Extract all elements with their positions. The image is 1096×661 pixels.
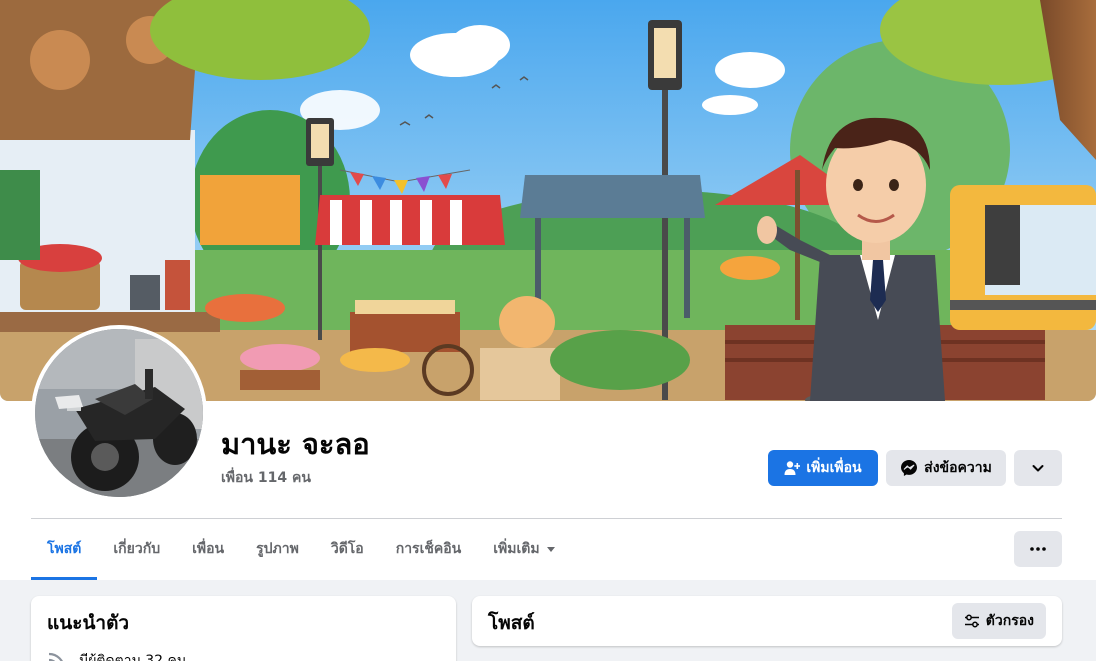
messenger-icon bbox=[901, 460, 918, 476]
tab-photos[interactable]: รูปภาพ bbox=[240, 520, 315, 578]
tab-label: รูปภาพ bbox=[256, 541, 299, 557]
profile-header: มานะ จะลอ เพื่อน 114 คน เพิ่มเพื่อน ส่งข… bbox=[0, 0, 1096, 580]
filter-sliders-icon bbox=[964, 614, 979, 628]
tab-about[interactable]: เกี่ยวกับ bbox=[97, 520, 176, 578]
tab-label: วิดีโอ bbox=[330, 541, 364, 557]
friends-count[interactable]: เพื่อน 114 คน bbox=[221, 467, 311, 489]
tab-more[interactable]: เพิ่มเติม bbox=[477, 520, 571, 578]
filter-label: ตัวกรอง bbox=[985, 613, 1034, 629]
tab-label: เกี่ยวกับ bbox=[113, 541, 161, 557]
more-dots-icon bbox=[1030, 547, 1046, 551]
person-plus-icon bbox=[784, 461, 801, 475]
intro-title: แนะนำตัว bbox=[47, 612, 130, 634]
profile-tabs: โพสต์ เกี่ยวกับ เพื่อน รูปภาพ วิดีโอ การ… bbox=[31, 520, 572, 580]
tab-videos[interactable]: วิดีโอ bbox=[315, 520, 380, 578]
tab-posts[interactable]: โพสต์ bbox=[31, 520, 98, 580]
tab-label: โพสต์ bbox=[47, 541, 82, 557]
avatar-photo bbox=[35, 329, 203, 497]
message-label: ส่งข้อความ bbox=[924, 460, 992, 476]
add-friend-label: เพิ่มเพื่อน bbox=[806, 460, 862, 476]
tab-label: เพื่อน bbox=[192, 541, 225, 557]
profile-name: มานะ จะลอ bbox=[221, 427, 370, 461]
tab-label: เพิ่มเติม bbox=[493, 541, 540, 557]
chevron-down-icon bbox=[1032, 465, 1044, 472]
filter-button[interactable]: ตัวกรอง bbox=[951, 603, 1046, 639]
add-friend-button[interactable]: เพิ่มเพื่อน bbox=[768, 450, 878, 486]
header-divider bbox=[31, 518, 1062, 519]
tabs-more-options-button[interactable] bbox=[1014, 531, 1062, 567]
message-button[interactable]: ส่งข้อความ bbox=[886, 450, 1006, 486]
tab-friends[interactable]: เพื่อน bbox=[176, 520, 240, 578]
followers-row: มีผู้ติดตาม 32 คน bbox=[47, 650, 186, 661]
rss-feed-icon bbox=[48, 652, 63, 661]
posts-title: โพสต์ bbox=[488, 612, 535, 634]
profile-dropdown-button[interactable] bbox=[1014, 450, 1062, 486]
profile-avatar[interactable] bbox=[31, 325, 207, 501]
intro-card: แนะนำตัว มีผู้ติดตาม 32 คน bbox=[31, 596, 456, 661]
tab-checkins[interactable]: การเช็คอิน bbox=[380, 520, 478, 578]
posts-card: โพสต์ ตัวกรอง bbox=[472, 596, 1062, 646]
followers-text: มีผู้ติดตาม 32 คน bbox=[79, 653, 187, 661]
caret-down-icon bbox=[546, 547, 555, 552]
tab-label: การเช็คอิน bbox=[395, 541, 462, 557]
